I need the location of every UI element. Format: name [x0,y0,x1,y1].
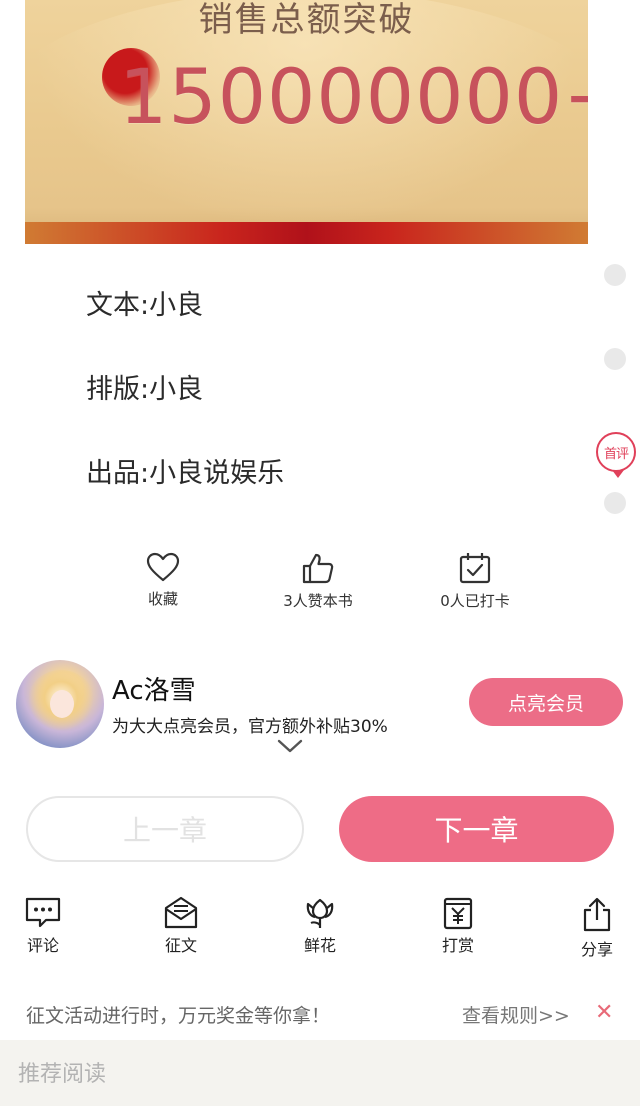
favorite-label: 收藏 [147,590,178,608]
heart-icon [146,552,180,582]
credit-text: 文本:小良 [86,290,204,321]
yuan-receipt-icon [443,897,473,930]
flower-label: 鲜花 [303,936,336,955]
reward-button[interactable]: 打赏 [418,896,498,956]
first-review-label: 首评 [603,446,629,462]
close-icon[interactable]: ✕ [595,1000,613,1025]
next-chapter-label: 下一章 [434,814,519,847]
vip-button-label: 点亮会员 [507,692,584,715]
banner-stripe [25,222,588,244]
comment-bubble-icon [25,897,61,928]
view-rules-link[interactable]: 查看规则>> [462,1001,570,1028]
share-label: 分享 [580,940,613,959]
paragraph-comment-dot[interactable] [604,348,626,370]
share-icon [583,897,611,932]
promo-banner-image: 销售总额突破 150000000+ [25,0,588,244]
banner-title: 销售总额突破 [198,0,415,40]
chevron-down-icon[interactable] [277,738,303,754]
envelope-letter-icon [164,896,198,929]
next-chapter-button[interactable]: 下一章 [339,796,614,862]
author-name[interactable]: Ac洛雪 [112,670,196,707]
flower-button[interactable]: 鲜花 [280,896,360,956]
previous-chapter-label: 上一章 [122,814,207,847]
credit-producer: 出品:小良说娱乐 [86,458,285,489]
like-count-label: 3人赞本书 [283,592,353,610]
tulip-flower-icon [306,898,334,928]
comment-button[interactable]: 评论 [3,896,83,956]
essay-promo-text[interactable]: 征文活动进行时，万元奖金等你拿！ [26,1001,330,1028]
calendar-check-icon [459,553,491,584]
activate-vip-button[interactable]: 点亮会员 [469,678,623,726]
checkin-button[interactable]: 0人已打卡 [415,552,535,611]
avatar-face [50,690,74,718]
previous-chapter-button[interactable]: 上一章 [26,796,304,862]
author-vip-description: 为大大点亮会员，官方额外补贴30% [112,717,388,737]
author-avatar[interactable] [16,660,104,748]
thumbs-up-icon [302,553,334,584]
comment-label: 评论 [26,936,59,955]
like-button[interactable]: 3人赞本书 [258,552,378,611]
credit-layout: 排版:小良 [86,374,204,405]
first-review-badge[interactable]: 首评 [596,432,636,478]
recommend-title: 推荐阅读 [18,1062,107,1087]
banner-amount: 150000000+ [119,52,588,141]
checkin-count-label: 0人已打卡 [440,592,510,610]
essay-button[interactable]: 征文 [141,896,221,956]
favorite-button[interactable]: 收藏 [103,552,223,609]
share-button[interactable]: 分享 [557,896,637,960]
essay-label: 征文 [164,936,197,955]
reward-label: 打赏 [441,936,474,955]
paragraph-comment-dot[interactable] [604,492,626,514]
paragraph-comment-dot[interactable] [604,264,626,286]
